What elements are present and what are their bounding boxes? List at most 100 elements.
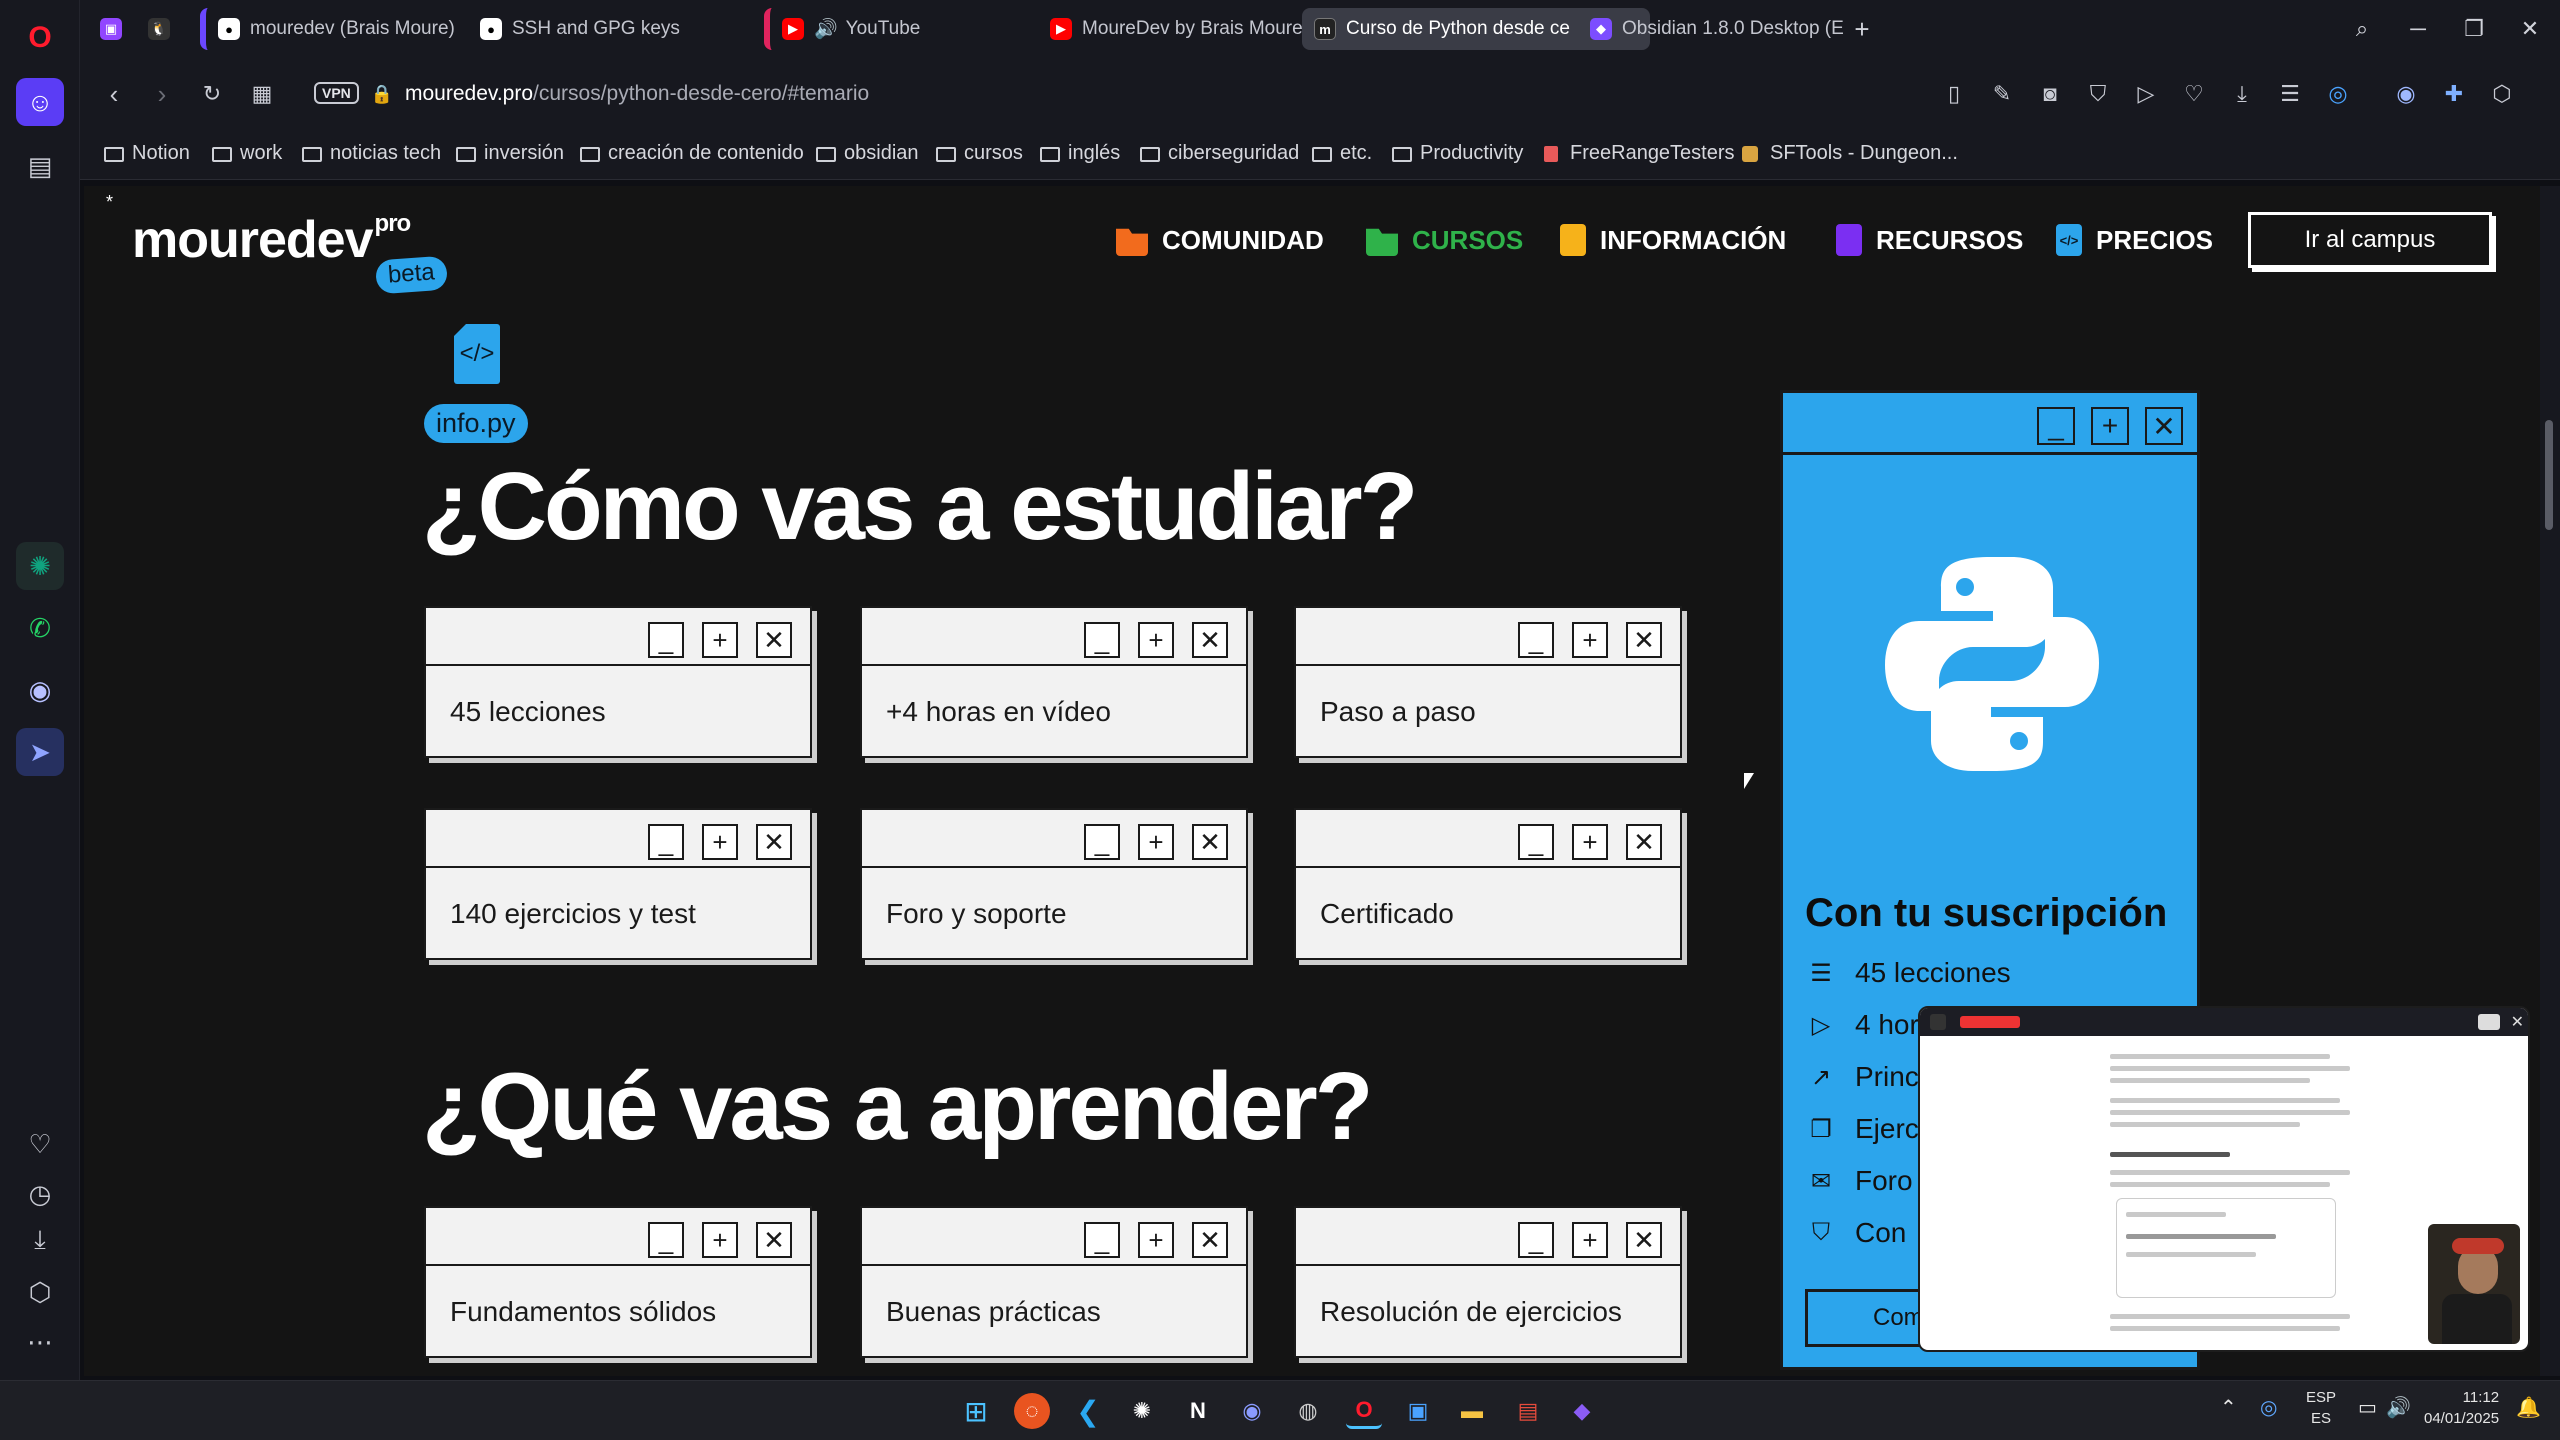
file-explorer-icon[interactable]: ▬ (1454, 1393, 1490, 1429)
bookmark-folder[interactable]: ciberseguridad (1140, 142, 1299, 165)
nav-comunidad[interactable]: COMUNIDAD (1116, 224, 1324, 256)
bookmark-label: inversión (484, 142, 565, 164)
aria-icon[interactable]: ☺ (16, 78, 64, 126)
ubuntu-icon[interactable]: ◌ (1014, 1393, 1050, 1429)
todo-icon[interactable]: ▤ (1510, 1393, 1546, 1429)
campus-button[interactable]: Ir al campus (2248, 212, 2492, 268)
extensions-cube-icon[interactable]: ⬡ (2486, 78, 2518, 110)
discord-icon[interactable]: ◉ (1234, 1393, 1270, 1429)
minimize-button[interactable]: ─ (2398, 10, 2438, 48)
bookmark-link[interactable]: SFTools - Dungeon... (1742, 142, 1958, 165)
remote-desktop-icon[interactable]: ▣ (1400, 1393, 1436, 1429)
chatgpt-icon[interactable]: ✺ (1124, 1393, 1160, 1429)
bookmark-folder[interactable]: Productivity (1392, 142, 1523, 165)
extension-icon[interactable]: ✚ (2438, 78, 2470, 110)
vscode-icon[interactable]: ❮ (1070, 1393, 1106, 1429)
url-field[interactable]: mouredev.pro/cursos/python-desde-cero/#t… (405, 74, 2005, 114)
easy-setup-icon[interactable]: ☰ (2274, 78, 2306, 110)
nav-cursos[interactable]: CURSOS (1366, 224, 1523, 256)
downloads-icon[interactable]: ⤓ (16, 1216, 64, 1264)
shield-icon[interactable]: ⛉ (2082, 78, 2114, 110)
volume-icon[interactable]: 🔊 (2386, 1395, 2411, 1420)
scrollbar-thumb[interactable] (2545, 420, 2553, 530)
notion-icon[interactable]: N (1180, 1393, 1216, 1429)
vpn-badge[interactable]: VPN (314, 82, 359, 104)
site-logo[interactable]: mouredevpro (132, 210, 411, 270)
pip-close-icon[interactable]: ✕ (2511, 1012, 2524, 1032)
language-indicator[interactable]: ESP ES (2306, 1387, 2336, 1429)
tab-github-mouredev[interactable]: ● mouredev (Brais Moure) (200, 8, 460, 50)
speed-dial-icon[interactable]: ▦ (244, 76, 280, 112)
search-tabs-icon[interactable]: ⌕ (2342, 10, 2382, 48)
heart-icon[interactable]: ♡ (16, 1120, 64, 1168)
nav-label: CURSOS (1412, 224, 1524, 255)
bookmark-folder[interactable]: inversión (456, 142, 564, 165)
forward-button[interactable]: › (144, 76, 180, 112)
obsidian-icon[interactable]: ◆ (1564, 1393, 1600, 1429)
flow-icon[interactable]: ➤ (16, 728, 64, 776)
profile-icon[interactable]: ◎ (2322, 78, 2354, 110)
lock-icon[interactable]: 🔒 (364, 76, 400, 112)
tab-title: MoureDev by Brais Moure (1082, 18, 1303, 39)
pip-expand-icon[interactable] (2478, 1014, 2500, 1030)
nav-precios[interactable]: </> PRECIOS (2056, 224, 2213, 256)
edit-icon[interactable]: ✎ (1986, 78, 2018, 110)
extension-icon[interactable]: ◉ (2390, 78, 2422, 110)
bookmark-label: Productivity (1420, 142, 1524, 164)
restore-button[interactable]: ❐ (2454, 10, 2494, 48)
code-file-icon: </> (2056, 224, 2082, 256)
favorites-icon[interactable]: ♡ (2178, 78, 2210, 110)
pip-text-line (2110, 1182, 2330, 1187)
bookmark-folder[interactable]: Notion (104, 142, 190, 165)
bookmark-link[interactable]: FreeRangeTesters (1544, 142, 1735, 165)
notifications-icon[interactable]: 🔔 (2516, 1395, 2541, 1420)
obs-icon[interactable]: ◍ (1290, 1393, 1326, 1429)
download-icon[interactable]: ⤓ (2226, 78, 2258, 110)
bookmark-folder[interactable]: obsidian (816, 142, 919, 165)
steam-icon[interactable]: ◎ (2260, 1395, 2277, 1420)
close-window-button[interactable]: ✕ (2510, 10, 2550, 48)
bookmark-folder[interactable]: work (212, 142, 282, 165)
tab-linux[interactable]: 🐧 (136, 8, 180, 50)
speaker-icon[interactable]: 🔊 (814, 17, 838, 41)
nav-label: INFORMACIÓN (1600, 224, 1787, 255)
windows-start-icon[interactable]: ⊞ (958, 1393, 994, 1429)
nav-informacion[interactable]: INFORMACIÓN (1560, 224, 1786, 256)
tab-ssh-keys[interactable]: ● SSH and GPG keys (468, 8, 728, 50)
picture-in-picture-video[interactable]: ✕ (1918, 1006, 2530, 1352)
scrollbar[interactable] (2540, 186, 2560, 1376)
bookmark-folder[interactable]: inglés (1040, 142, 1120, 165)
bookmark-folder[interactable]: creación de contenido (580, 142, 804, 165)
whatsapp-icon[interactable]: ✆ (16, 604, 64, 652)
reading-list-icon[interactable]: ▤ (16, 142, 64, 190)
card-titlebar: _ + ✕ (1296, 1208, 1680, 1266)
bookmark-folder[interactable]: etc. (1312, 142, 1372, 165)
book-icon (1836, 224, 1862, 256)
back-button[interactable]: ‹ (96, 76, 132, 112)
bookmark-folder[interactable]: noticias tech (302, 142, 441, 165)
opera-icon[interactable]: O (1346, 1393, 1382, 1429)
send-icon[interactable]: ▷ (2130, 78, 2162, 110)
study-card: _ + ✕ 45 lecciones (424, 606, 812, 758)
reader-view-icon[interactable]: ▯ (1938, 78, 1970, 110)
reload-button[interactable]: ↻ (194, 76, 230, 112)
tab-twitch[interactable]: ▣ (88, 8, 132, 50)
new-tab-button[interactable]: + (1842, 10, 1882, 48)
bookmark-folder[interactable]: cursos (936, 142, 1023, 165)
book-open-icon: ❐ (1810, 1115, 1832, 1143)
tray-chevron-icon[interactable]: ⌃ (2220, 1395, 2237, 1420)
network-icon[interactable]: ▭ (2358, 1395, 2377, 1420)
tab-youtube[interactable]: ▶ 🔊 YouTube (764, 8, 1014, 50)
minimize-icon: _ (648, 1222, 684, 1258)
extensions-icon[interactable]: ⬡ (16, 1268, 64, 1316)
history-icon[interactable]: ◷ (16, 1170, 64, 1218)
windows-taskbar: ⊞ ◌ ❮ ✺ N ◉ ◍ O ▣ ▬ ▤ ◆ ⌃ ◎ ESP ES ▭ 🔊 11… (0, 1380, 2560, 1440)
card-label: Paso a paso (1320, 696, 1476, 727)
more-icon[interactable]: ⋯ (16, 1318, 64, 1366)
opera-logo-icon[interactable]: O (16, 14, 64, 62)
camera-icon[interactable]: ◙ (2034, 78, 2066, 110)
chatgpt-icon[interactable]: ✺ (16, 542, 64, 590)
nav-recursos[interactable]: RECURSOS (1836, 224, 2023, 256)
clock[interactable]: 11:12 04/01/2025 (2424, 1387, 2499, 1429)
player-icon[interactable]: ◉ (16, 666, 64, 714)
